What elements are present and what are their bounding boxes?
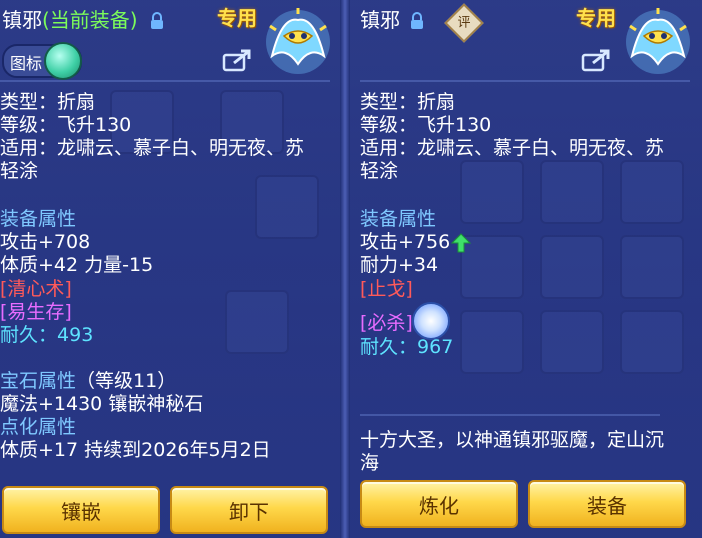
inlay-button[interactable]: 镶嵌: [2, 486, 160, 534]
exclusive-emblem-icon: [266, 8, 330, 74]
icon-toggle-label: 图标: [10, 54, 43, 73]
gem-title-row: 宝石属性（等级11）: [0, 370, 176, 393]
item-level: 等级：飞升130: [360, 114, 492, 136]
item-level: 等级：飞升130: [0, 114, 132, 136]
icon-toggle[interactable]: 图标: [2, 42, 82, 80]
divider-line: [360, 80, 690, 82]
lock-icon: [151, 12, 163, 29]
physique-stat: 体质+42 力量-15: [0, 254, 154, 276]
attack-stat: 攻击+708: [0, 231, 91, 253]
durability-label: 耐久：: [360, 336, 418, 358]
divider-line: [0, 80, 330, 82]
share-icon[interactable]: [581, 48, 611, 72]
equipment-compare-screen: 镇邪(当前装备) 专用 图标 类型：折扇 等级：飞升130 适用：龙啸云、慕子白…: [0, 0, 702, 538]
rating-badge-label: 评: [457, 15, 471, 31]
item-suitable-cont: 轻涂: [0, 160, 39, 182]
attr-title: 装备属性: [360, 208, 437, 230]
item-type: 类型：折扇: [0, 91, 96, 113]
gem-level: （等级11）: [76, 370, 177, 392]
special-skill-swirl-icon: [412, 302, 450, 340]
durability: 耐久：493: [0, 324, 93, 347]
refine-button[interactable]: 炼化: [360, 480, 518, 528]
share-icon[interactable]: [222, 48, 252, 72]
equipped-status: (当前装备): [42, 8, 138, 32]
up-arrow-icon: [451, 233, 471, 253]
skill-tag: [必杀]: [360, 312, 413, 334]
item-suitable: 适用：龙啸云、慕子白、明无夜、苏: [0, 137, 305, 159]
skill-tag: [清心术]: [0, 278, 72, 300]
equip-button[interactable]: 装备: [528, 480, 686, 528]
panel-divider: [340, 0, 350, 538]
refine-title: 点化属性: [0, 416, 77, 438]
exclusive-tag: 专用: [576, 6, 616, 30]
lock-icon: [411, 12, 423, 29]
remove-button[interactable]: 卸下: [170, 486, 328, 534]
attr-title: 装备属性: [0, 208, 77, 230]
attack-stat: 攻击+756: [360, 231, 451, 253]
toggle-knob[interactable]: [44, 42, 82, 80]
refine-stat: 体质+17 持续到2026年5月2日: [0, 439, 271, 461]
durability-value: 493: [57, 324, 94, 346]
current-equipment-panel: 镇邪(当前装备) 专用 图标 类型：折扇 等级：飞升130 适用：龙啸云、慕子白…: [0, 0, 340, 538]
durability-label: 耐久：: [0, 324, 58, 346]
compare-equipment-panel: 镇邪 专用 类型：折扇 等级：飞升130 适用：龙啸云、慕子白、明无夜、苏 轻涂…: [350, 0, 702, 538]
item-type: 类型：折扇: [360, 91, 456, 113]
item-suitable: 适用：龙啸云、慕子白、明无夜、苏: [360, 137, 665, 159]
item-name: 镇邪: [360, 8, 400, 32]
divider-line: [360, 414, 660, 416]
gem-title: 宝石属性: [0, 370, 77, 392]
item-suitable-cont: 轻涂: [360, 160, 399, 182]
item-name-text: 镇邪: [2, 8, 42, 32]
exclusive-tag: 专用: [217, 6, 257, 30]
gem-stat: 魔法+1430 镶嵌神秘石: [0, 393, 204, 415]
item-name: 镇邪(当前装备): [2, 9, 138, 32]
endurance-stat: 耐力+34: [360, 254, 439, 276]
skill-tag: [易生存]: [0, 301, 72, 323]
durability-value: 967: [417, 336, 454, 358]
item-description-cont: 海: [360, 452, 380, 474]
item-description: 十方大圣，以神通镇邪驱魔，定山沉: [360, 429, 665, 451]
skill-tag: [止戈]: [360, 278, 413, 300]
exclusive-emblem-icon: [626, 8, 690, 74]
durability: 耐久：967: [360, 336, 453, 359]
